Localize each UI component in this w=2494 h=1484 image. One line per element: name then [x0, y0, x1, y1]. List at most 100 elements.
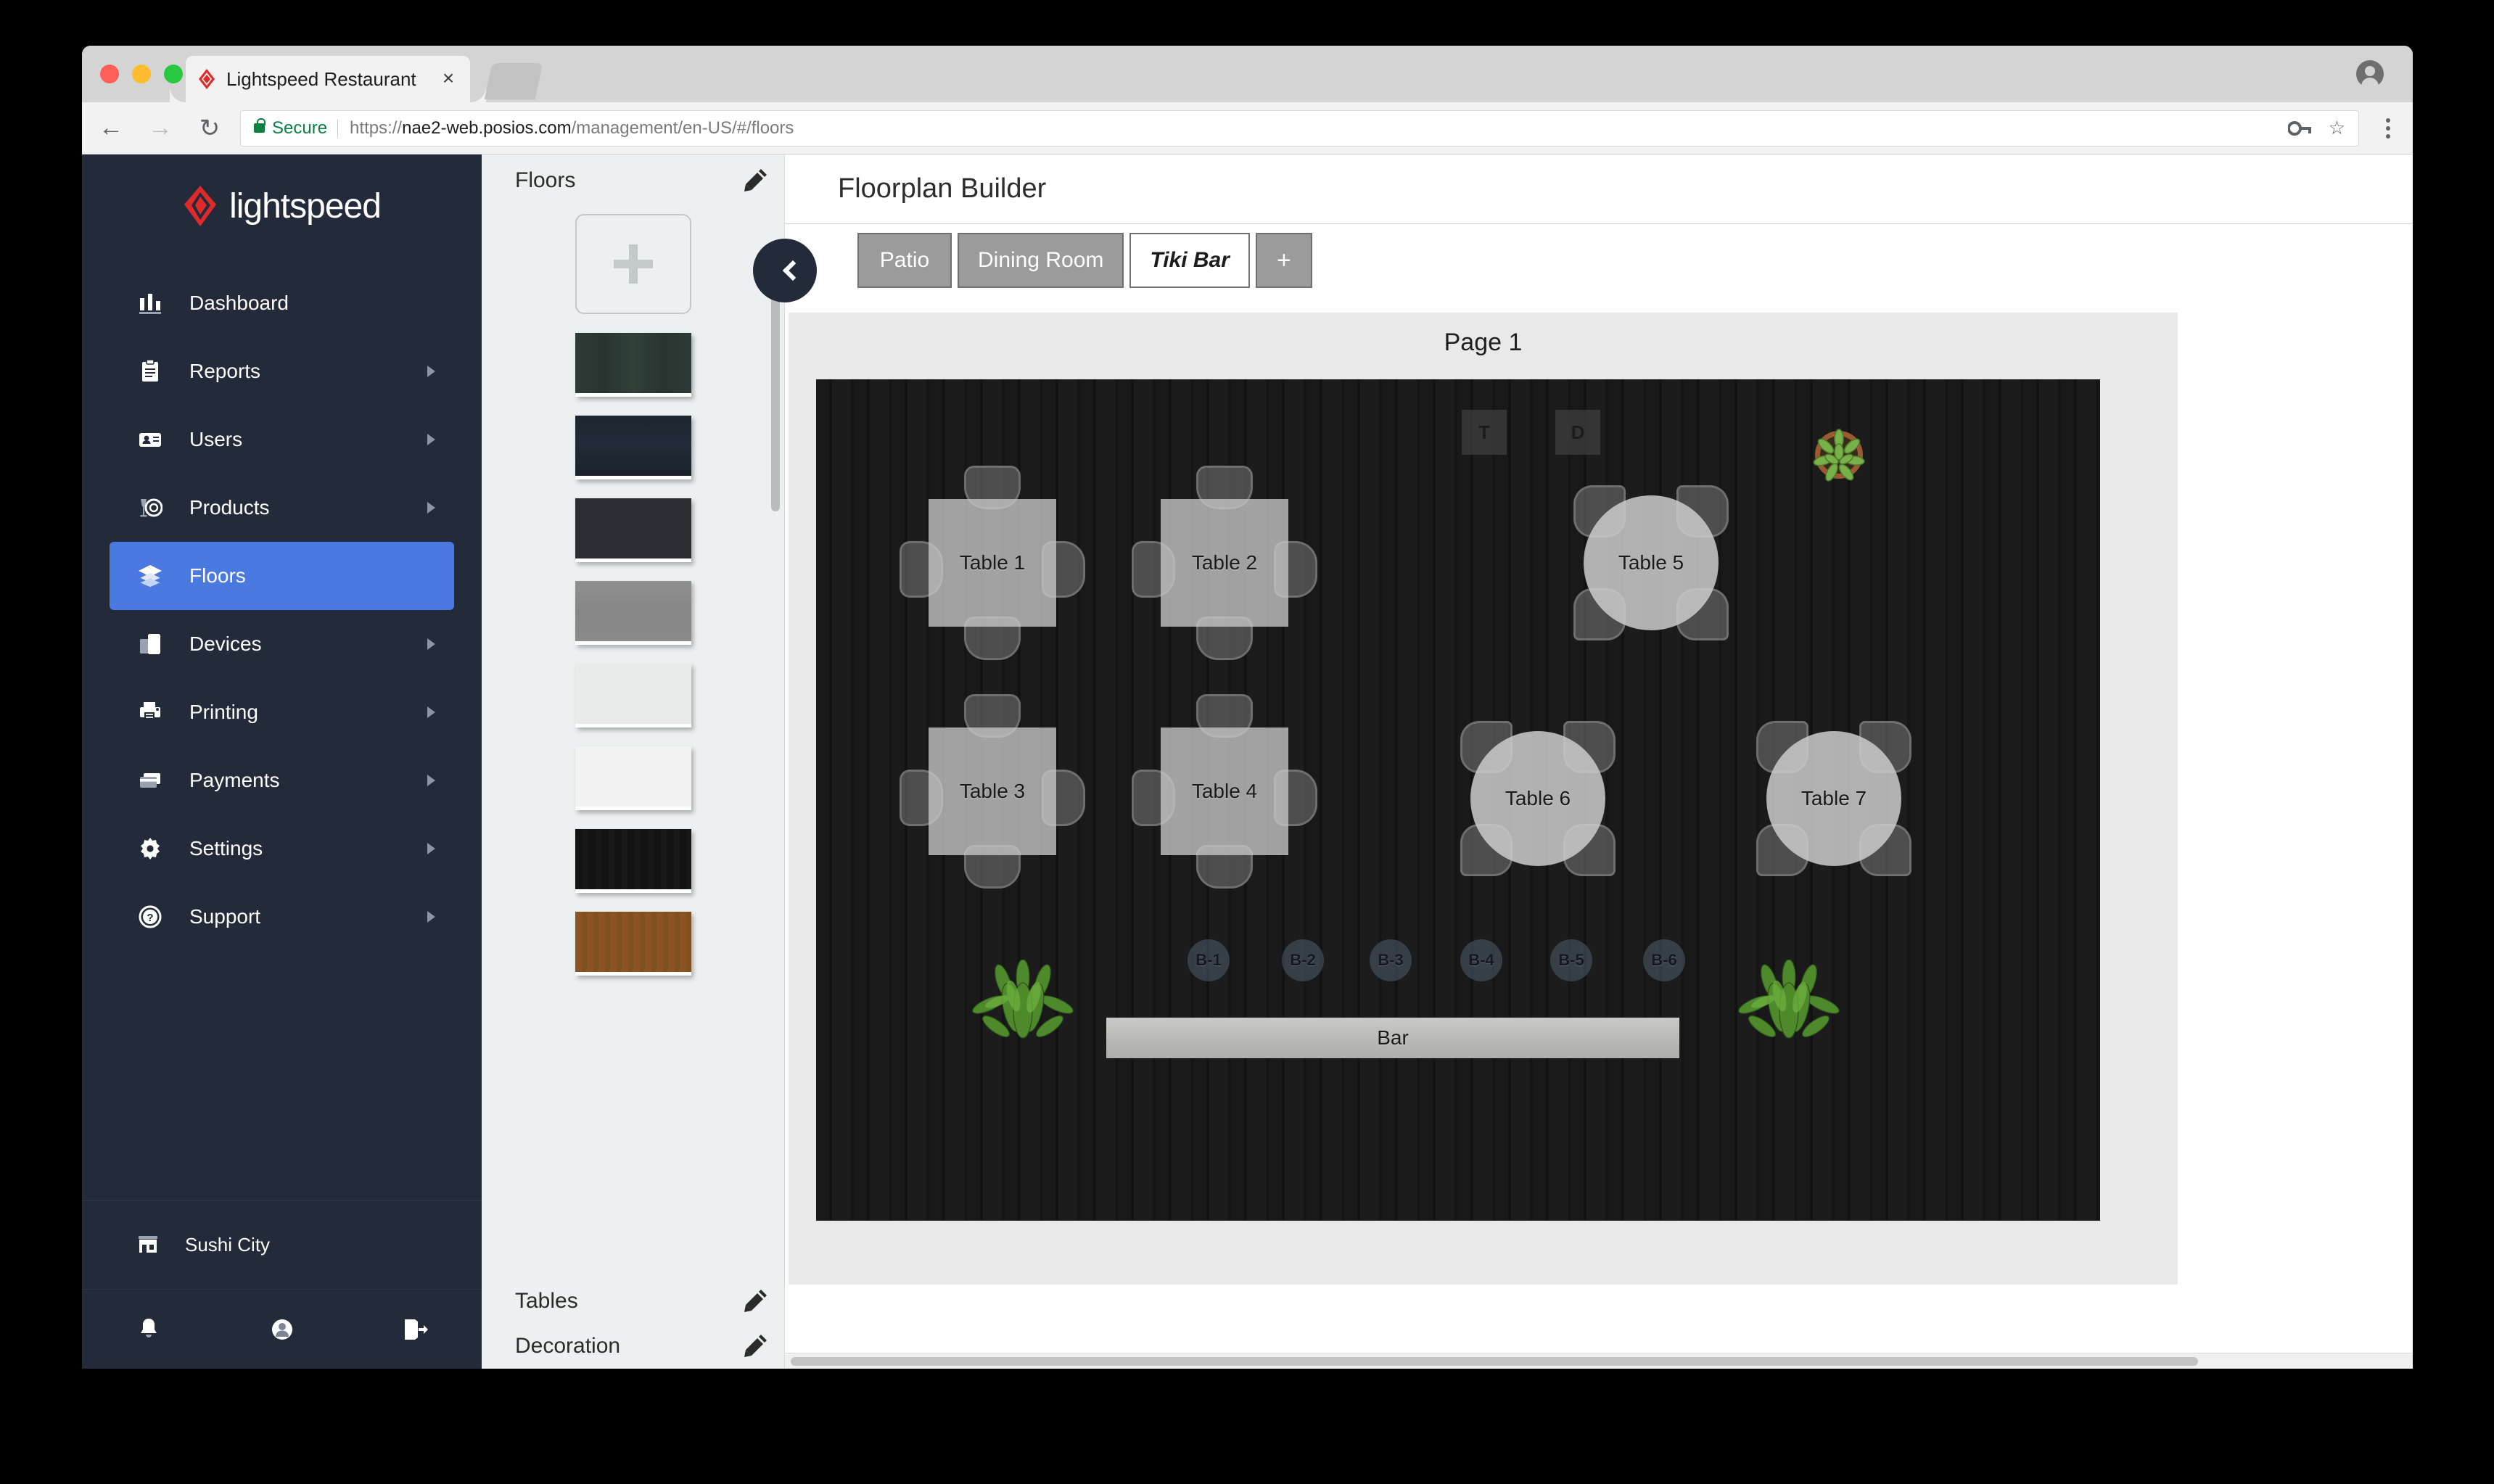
floor-swatch[interactable] [575, 664, 691, 727]
forward-button[interactable]: → [140, 108, 181, 149]
floor-swatch[interactable] [575, 416, 691, 479]
bar-stool[interactable]: B-5 [1550, 939, 1592, 981]
floors-swatch-list [482, 207, 784, 976]
collapse-panel-button[interactable] [753, 239, 817, 302]
back-button[interactable]: ← [91, 108, 131, 149]
floor-canvas[interactable]: T D Table 1 Table 2 Table 3 Table 4 Tabl… [816, 379, 2100, 1221]
sidebar-item-reports[interactable]: Reports [110, 337, 454, 405]
bar-stool[interactable]: B-4 [1460, 939, 1502, 981]
table-label: Table 1 [959, 551, 1026, 574]
browser-address-bar: ← → ↻ Secure https:// nae2-web.posios.co… [82, 102, 2413, 154]
sidebar-item-label: Settings [189, 837, 263, 860]
table-4[interactable]: Table 4 [1161, 727, 1288, 855]
sidebar-item-payments[interactable]: Payments [110, 746, 454, 815]
kebab-menu-icon[interactable] [2374, 118, 2403, 139]
floor-swatch[interactable] [575, 912, 691, 976]
bar-counter[interactable]: Bar [1106, 1018, 1679, 1058]
page-label: Page 1 [1444, 329, 1523, 356]
omnibox-actions: ☆ [2287, 117, 2345, 139]
omnibox-divider [337, 118, 339, 138]
potted-plant-decoration[interactable] [1808, 424, 1869, 485]
table-label: Table 3 [959, 780, 1026, 802]
table-group: Table 7 [1756, 721, 1911, 876]
stool-label: B-3 [1378, 951, 1404, 969]
bar-stool[interactable]: B-3 [1370, 939, 1412, 981]
bell-icon[interactable] [82, 1316, 215, 1343]
sidebar-item-floors[interactable]: Floors [110, 542, 454, 610]
floor-swatch[interactable] [575, 746, 691, 810]
marker-label: T [1478, 421, 1490, 443]
store-selector[interactable]: Sushi City [82, 1200, 482, 1289]
browser-tab-strip: Lightspeed Restaurant × [82, 46, 2413, 102]
table-2[interactable]: Table 2 [1161, 499, 1288, 627]
stool-label: B-2 [1290, 951, 1316, 969]
bookmark-star-icon[interactable]: ☆ [2329, 117, 2345, 139]
window-traffic-lights [100, 65, 183, 83]
close-window-button[interactable] [100, 65, 119, 83]
floor-tab-dining-room[interactable]: Dining Room [958, 233, 1124, 288]
floor-swatch[interactable] [575, 829, 691, 893]
chevron-right-icon [427, 434, 435, 445]
table-label: Table 6 [1505, 787, 1571, 809]
bush-plant-decoration[interactable] [1736, 960, 1842, 1047]
bush-plant-decoration[interactable] [970, 960, 1076, 1047]
new-tab-button[interactable] [484, 63, 543, 99]
add-floor-tab-button[interactable]: + [1255, 233, 1312, 288]
floors-palette-panel: Floors Tables Decoration [482, 154, 785, 1369]
floor-swatch[interactable] [575, 581, 691, 645]
sidebar: lightspeed Dashboard Reports Users Produ… [82, 154, 482, 1369]
door-marker[interactable]: D [1555, 410, 1600, 455]
horizontal-scrollbar-thumb[interactable] [791, 1357, 2198, 1366]
floor-swatch[interactable] [575, 498, 691, 562]
profile-avatar-icon[interactable] [2356, 60, 2384, 88]
sidebar-item-dashboard[interactable]: Dashboard [110, 269, 454, 337]
user-circle-icon[interactable] [215, 1316, 349, 1343]
logout-icon[interactable] [348, 1316, 482, 1343]
horizontal-scrollbar[interactable] [785, 1353, 2413, 1369]
bar-stool[interactable]: B-2 [1282, 939, 1324, 981]
pencil-icon[interactable] [741, 1332, 770, 1361]
bar-stool[interactable]: B-1 [1188, 939, 1230, 981]
bar-stool[interactable]: B-6 [1643, 939, 1685, 981]
minimize-window-button[interactable] [132, 65, 151, 83]
key-icon[interactable] [2287, 119, 2313, 138]
pencil-icon[interactable] [741, 166, 770, 195]
floor-tab-patio[interactable]: Patio [857, 233, 952, 288]
toilet-marker[interactable]: T [1462, 410, 1507, 455]
sidebar-item-label: Dashboard [189, 292, 289, 314]
tables-section-header[interactable]: Tables [482, 1279, 784, 1324]
table-5[interactable]: Table 5 [1584, 495, 1719, 630]
sidebar-item-label: Products [189, 496, 270, 519]
sidebar-item-settings[interactable]: Settings [110, 815, 454, 883]
table-7[interactable]: Table 7 [1766, 731, 1901, 866]
decoration-section-header[interactable]: Decoration [482, 1324, 784, 1369]
sidebar-item-devices[interactable]: Devices [110, 610, 454, 678]
add-floor-button[interactable] [575, 214, 691, 314]
sidebar-nav: Dashboard Reports Users Products Floors … [82, 257, 482, 1200]
table-label: Table 5 [1618, 551, 1684, 574]
address-input[interactable]: Secure https:// nae2-web.posios.com /man… [240, 110, 2359, 147]
floor-swatch[interactable] [575, 333, 691, 397]
table-3[interactable]: Table 3 [929, 727, 1056, 855]
table-6[interactable]: Table 6 [1470, 731, 1605, 866]
plus-icon [613, 244, 653, 284]
floors-swatch-scroll[interactable] [482, 207, 784, 1279]
close-tab-button[interactable]: × [438, 68, 458, 89]
table-label: Table 7 [1800, 787, 1867, 809]
floorplan-canvas-area[interactable]: Page 1 T D Table 1 Table 2 Table 3 Table… [785, 297, 2413, 1369]
sidebar-item-support[interactable]: ? Support [110, 883, 454, 951]
table-1[interactable]: Table 1 [929, 499, 1056, 627]
sidebar-item-products[interactable]: Products [110, 474, 454, 542]
floor-tab-tiki-bar[interactable]: Tiki Bar [1129, 233, 1250, 288]
page-title: Floorplan Builder [785, 154, 2413, 224]
pencil-icon[interactable] [741, 1287, 770, 1316]
maximize-window-button[interactable] [164, 65, 183, 83]
chevron-left-icon [782, 260, 804, 281]
reload-button[interactable]: ↻ [189, 108, 230, 149]
brand-logo[interactable]: lightspeed [82, 154, 482, 257]
browser-tab[interactable]: Lightspeed Restaurant × [186, 56, 486, 102]
bar-label: Bar [1377, 1026, 1409, 1049]
sidebar-item-users[interactable]: Users [110, 405, 454, 474]
sidebar-item-printing[interactable]: Printing [110, 678, 454, 746]
table-group: Table 6 [1460, 721, 1616, 876]
